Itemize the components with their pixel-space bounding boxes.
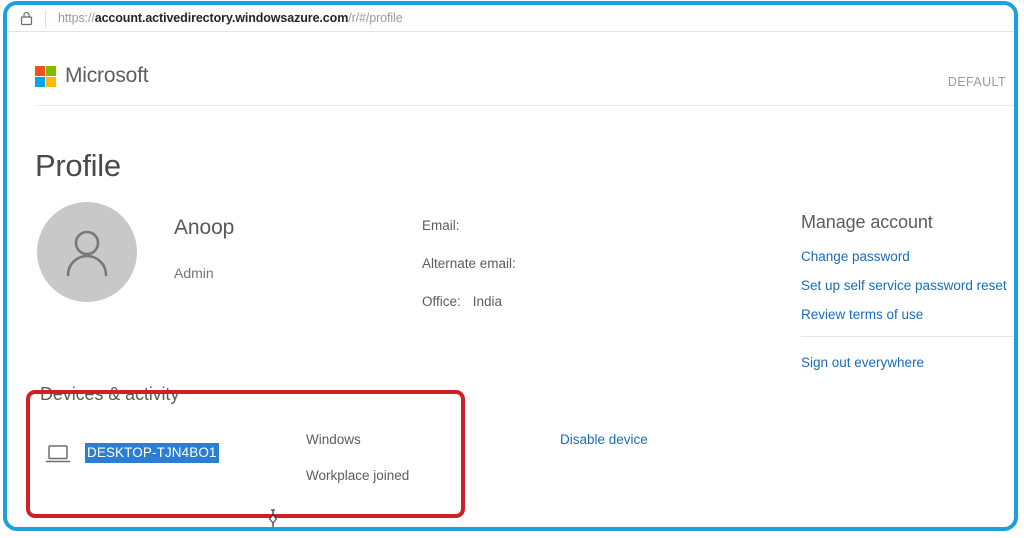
url-domain: account.activedirectory.windowsazure.com: [94, 11, 349, 25]
site-header: Microsoft DEFAULT: [7, 32, 1014, 106]
detail-label: Alternate email:: [422, 256, 516, 271]
padlock-icon: [7, 11, 45, 26]
manage-account-section: Manage account Change password Set up se…: [801, 212, 1014, 384]
detail-row-alternate-email: Alternate email:: [422, 256, 528, 271]
laptop-icon: [45, 444, 71, 469]
manage-account-divider: [801, 336, 1014, 337]
browser-address-bar[interactable]: https://account.activedirectory.windowsa…: [7, 5, 1014, 32]
detail-label: Email:: [422, 218, 460, 233]
url-scheme: https://: [58, 11, 95, 25]
tenant-label: DEFAULT: [947, 75, 1006, 89]
device-name-selected[interactable]: DESKTOP-TJN4BO1: [85, 443, 219, 463]
device-metadata: Windows Workplace joined: [306, 432, 409, 483]
self-service-password-reset-link[interactable]: Set up self service password reset: [801, 278, 1014, 293]
manage-account-title: Manage account: [801, 212, 933, 232]
person-avatar-icon: [37, 202, 137, 302]
devices-activity-title: Devices & activity: [40, 384, 180, 404]
page-content: Microsoft DEFAULT Profile Anoop Admin Em…: [7, 32, 1014, 530]
page-title: Profile: [35, 147, 121, 183]
header-divider: [35, 105, 1014, 106]
microsoft-logo[interactable]: Microsoft: [35, 64, 149, 88]
sign-out-everywhere-link[interactable]: Sign out everywhere: [801, 355, 1014, 370]
detail-value: India: [472, 294, 503, 309]
detail-label: Office:: [422, 294, 461, 309]
change-password-link[interactable]: Change password: [801, 249, 1014, 264]
user-role: Admin: [174, 265, 214, 281]
identity-block: Anoop Admin: [174, 216, 234, 281]
url-path: /r/#/profile: [348, 11, 403, 25]
device-row[interactable]: DESKTOP-TJN4BO1 Windows Workplace joined…: [40, 432, 1014, 492]
contact-details: Email: Alternate email: Office: India: [422, 218, 528, 332]
device-os: Windows: [306, 432, 361, 447]
disable-device-link[interactable]: Disable device: [560, 432, 648, 447]
microsoft-logo-icon: [35, 65, 56, 87]
screenshot-root: https://account.activedirectory.windowsa…: [0, 0, 1024, 538]
microsoft-wordmark: Microsoft: [65, 64, 149, 87]
detail-row-email: Email:: [422, 218, 528, 233]
detail-row-office: Office: India: [422, 294, 528, 309]
user-name: Anoop: [174, 216, 235, 239]
device-state: Workplace joined: [306, 468, 410, 483]
address-bar-url[interactable]: https://account.activedirectory.windowsa…: [46, 11, 403, 25]
review-terms-of-use-link[interactable]: Review terms of use: [801, 307, 1014, 322]
